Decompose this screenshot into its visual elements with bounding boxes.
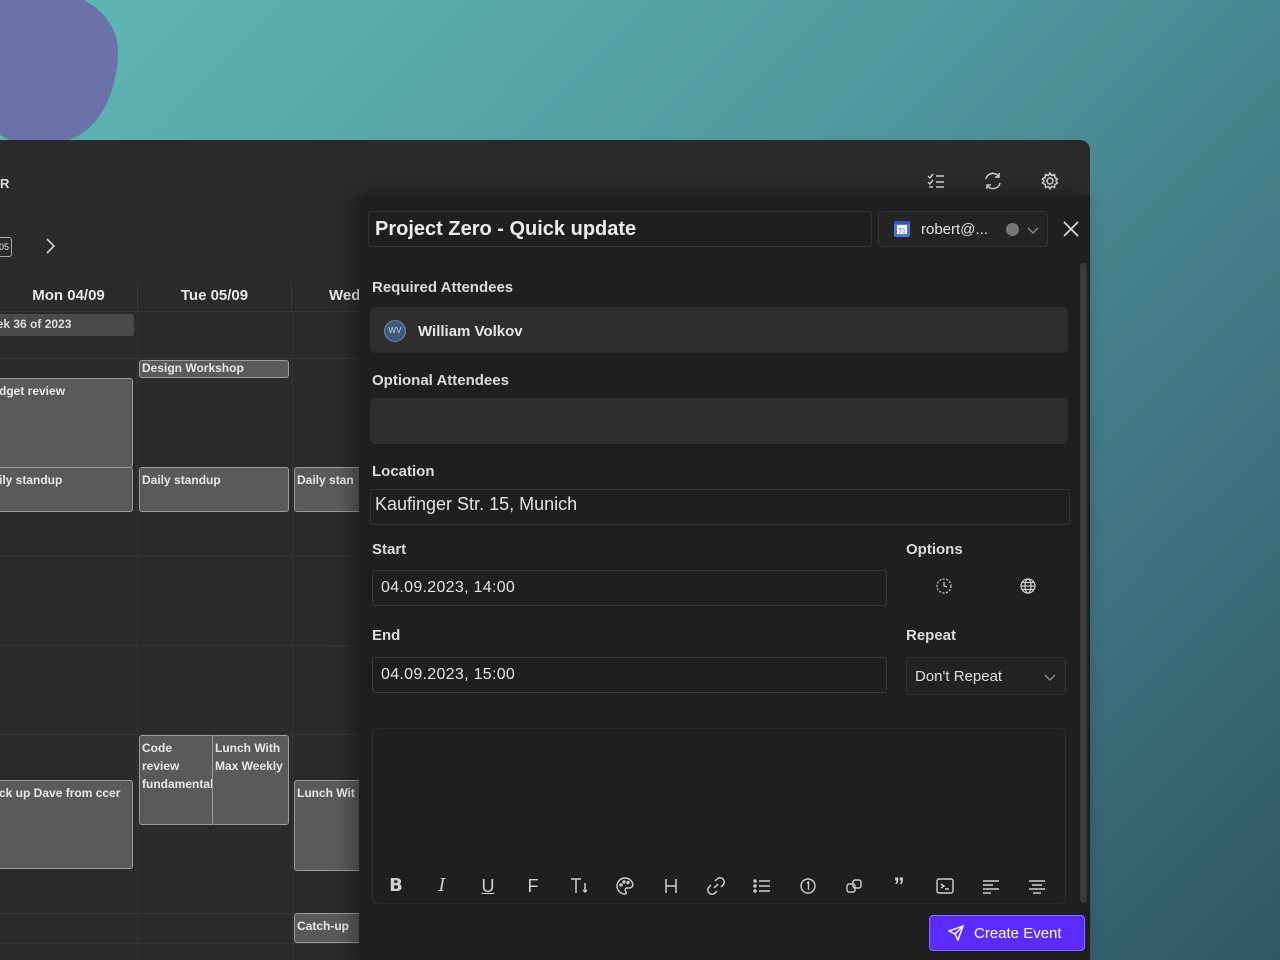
week-badge: eek 36 of 2023	[0, 314, 134, 336]
account-email: robert@...	[921, 221, 988, 238]
event-code-review[interactable]: Code review fundamental	[139, 735, 215, 825]
svg-text:31: 31	[898, 228, 906, 235]
bold-icon[interactable]: B	[385, 875, 407, 897]
hour-gridline	[0, 943, 360, 944]
start-datetime-input[interactable]: 04.09.2023, 14:00	[372, 570, 887, 606]
background-blob	[0, 0, 118, 142]
create-event-button[interactable]: Create Event	[929, 915, 1085, 951]
end-datetime-input[interactable]: 04.09.2023, 15:00	[372, 657, 887, 693]
avatar: WV	[384, 320, 406, 342]
create-event-dialog: Project Zero - Quick update 31 robert@..…	[359, 195, 1090, 960]
day-divider	[137, 312, 138, 960]
repeat-value: Don't Repeat	[915, 668, 1003, 685]
day-divider	[292, 312, 293, 960]
account-selector[interactable]: 31 robert@...	[878, 211, 1048, 247]
day-header-tue[interactable]: Tue 05/09	[138, 282, 292, 312]
location-input[interactable]: Kaufinger Str. 15, Munich	[370, 489, 1070, 525]
repeat-label: Repeat	[906, 627, 957, 644]
task-list-icon[interactable]	[925, 170, 947, 192]
start-label: Start	[372, 541, 407, 558]
italic-icon[interactable]: I	[431, 875, 453, 897]
globe-icon[interactable]	[1019, 577, 1037, 595]
optional-attendees-label: Optional Attendees	[372, 372, 509, 389]
underline-icon[interactable]: U	[477, 875, 499, 897]
code-block-icon[interactable]	[934, 875, 956, 897]
hour-gridline	[0, 358, 360, 359]
next-week-icon[interactable]	[40, 236, 60, 256]
close-icon[interactable]	[1061, 219, 1081, 239]
event-budget-review[interactable]: dget review	[0, 378, 133, 468]
event-daily-standup[interactable]: Daily standup	[139, 467, 289, 512]
day-header-mon[interactable]: Mon 04/09	[0, 282, 138, 312]
bullet-list-icon[interactable]	[751, 875, 773, 897]
send-icon	[948, 925, 964, 941]
hour-gridline	[0, 645, 360, 646]
chevron-down-icon	[1043, 670, 1057, 684]
embed-icon[interactable]	[843, 875, 865, 897]
optional-attendees-field[interactable]	[370, 398, 1068, 444]
calendar-icon: 31	[893, 220, 911, 238]
attendee-name: William Volkov	[418, 322, 523, 340]
required-attendees-label: Required Attendees	[372, 279, 514, 296]
attendee-chip[interactable]: WV William Volkov	[384, 319, 523, 343]
align-center-icon[interactable]	[1026, 875, 1048, 897]
numbered-list-icon[interactable]	[797, 875, 819, 897]
create-event-label: Create Event	[974, 924, 1062, 942]
clock-icon[interactable]	[935, 577, 953, 595]
repeat-select[interactable]: Don't Repeat	[906, 657, 1066, 695]
font-icon[interactable]: F	[522, 875, 544, 897]
options-label: Options	[906, 541, 963, 558]
app-title: R	[0, 176, 10, 191]
refresh-icon[interactable]	[982, 170, 1004, 192]
formatting-toolbar: B I U F ”	[385, 875, 1055, 897]
dialog-scrollbar[interactable]	[1080, 263, 1087, 903]
quote-icon[interactable]: ”	[888, 875, 910, 897]
event-daily-standup[interactable]: ily standup	[0, 467, 133, 512]
color-palette-icon[interactable]	[614, 875, 636, 897]
event-title-input[interactable]: Project Zero - Quick update	[368, 211, 872, 247]
event-pickup-dave[interactable]: ck up Dave from ccer	[0, 780, 133, 869]
hour-gridline	[0, 556, 360, 557]
week-number-icon[interactable]: 05	[0, 237, 12, 257]
event-lunch-max[interactable]: Lunch With Max Weekly	[212, 735, 289, 825]
align-left-icon[interactable]	[980, 875, 1002, 897]
chevron-down-icon	[1026, 223, 1040, 237]
text-size-icon[interactable]	[568, 875, 590, 897]
status-dot	[1006, 223, 1019, 236]
required-attendees-field[interactable]: WV William Volkov	[370, 307, 1068, 353]
heading-icon[interactable]	[660, 875, 682, 897]
settings-gear-icon[interactable]	[1039, 170, 1061, 192]
event-design-workshop[interactable]: Design Workshop	[139, 360, 289, 378]
link-icon[interactable]	[705, 875, 727, 897]
day-headers: Mon 04/09 Tue 05/09 Wed	[0, 282, 402, 312]
end-label: End	[372, 627, 401, 644]
location-label: Location	[372, 463, 435, 480]
